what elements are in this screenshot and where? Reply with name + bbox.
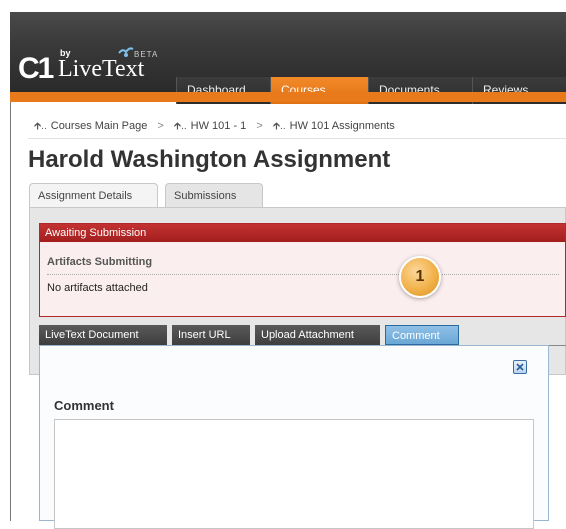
logo-brand: LiveText bbox=[58, 56, 145, 82]
breadcrumb-icon: 🡱.. bbox=[173, 121, 187, 132]
tab-insert-url[interactable]: Insert URL bbox=[172, 325, 250, 345]
comment-textarea[interactable] bbox=[54, 419, 534, 529]
breadcrumb-separator: > bbox=[256, 120, 263, 132]
logo-beta: BETA bbox=[134, 50, 159, 59]
awaiting-submission-header: Awaiting Submission bbox=[40, 224, 565, 242]
close-icon bbox=[516, 363, 524, 371]
breadcrumb-item-courses[interactable]: Courses Main Page bbox=[51, 120, 148, 132]
close-button[interactable] bbox=[513, 360, 527, 374]
comment-label: Comment bbox=[54, 398, 114, 413]
breadcrumb: 🡱.. Courses Main Page > 🡱.. HW 101 - 1 > 🡱… bbox=[34, 119, 395, 136]
tab-assignment-details[interactable]: Assignment Details bbox=[29, 183, 158, 207]
logo-c1: C1 bbox=[18, 52, 54, 85]
top-strip bbox=[0, 0, 566, 12]
app-header: C1 by LiveText BETA Dashboard Courses Do… bbox=[10, 12, 566, 104]
breadcrumb-separator: > bbox=[157, 120, 164, 132]
awaiting-submission-box: Awaiting Submission Artifacts Submitting… bbox=[39, 223, 566, 317]
artifacts-title: Artifacts Submitting bbox=[47, 256, 153, 268]
breadcrumb-item-hw101[interactable]: HW 101 - 1 bbox=[191, 120, 247, 132]
tab-comment[interactable]: Comment bbox=[385, 325, 459, 345]
breadcrumb-divider bbox=[28, 138, 566, 139]
artifacts-divider bbox=[47, 274, 559, 275]
page-title: Harold Washington Assignment bbox=[28, 146, 391, 173]
page-left-border bbox=[10, 102, 11, 521]
breadcrumb-item-assignments[interactable]: HW 101 Assignments bbox=[290, 120, 395, 132]
tab-submissions[interactable]: Submissions bbox=[165, 183, 263, 207]
tab-livetext-document[interactable]: LiveText Document bbox=[39, 325, 167, 345]
tab-upload-attachment[interactable]: Upload Attachment bbox=[255, 325, 380, 345]
comment-dialog: Comment bbox=[39, 345, 549, 529]
callout-badge: 1 bbox=[399, 256, 441, 298]
nav-accent-bar bbox=[10, 92, 566, 102]
breadcrumb-icon: 🡱.. bbox=[272, 121, 286, 132]
artifacts-value: No artifacts attached bbox=[47, 282, 148, 294]
breadcrumb-icon: 🡱.. bbox=[34, 121, 47, 132]
